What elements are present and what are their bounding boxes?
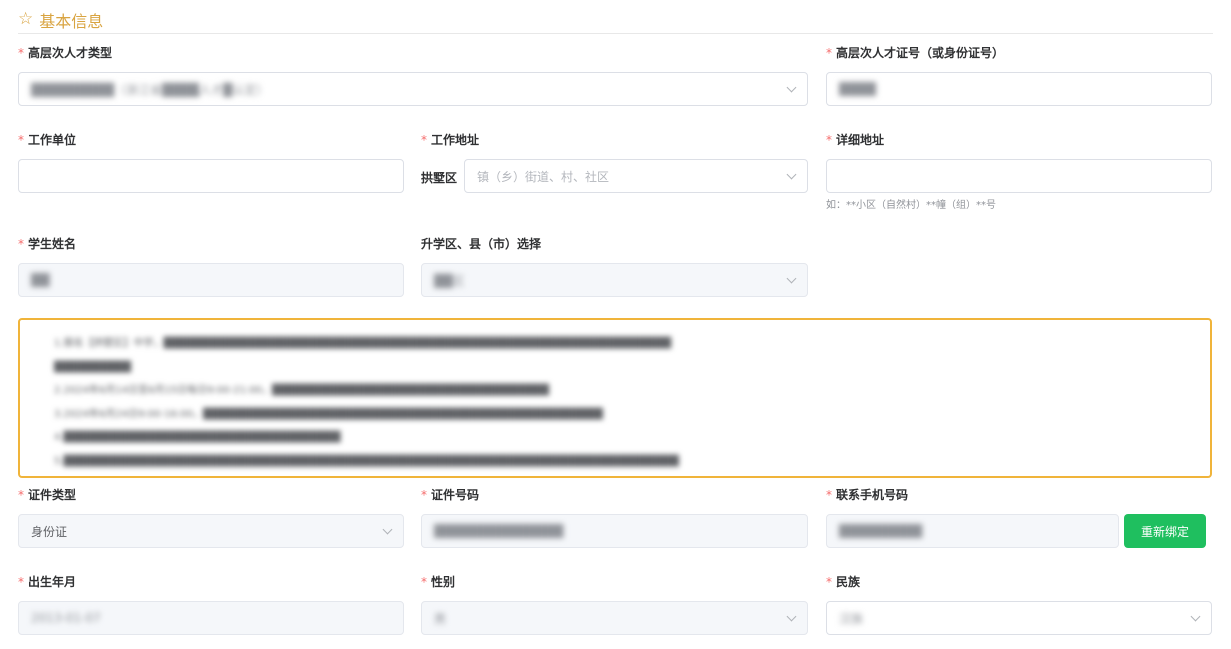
talent-type-select[interactable]: █████████（浙江省████人才█认定） — [18, 72, 808, 106]
id-number-label: * 证件号码 — [421, 488, 480, 502]
chevron-down-icon — [786, 273, 797, 283]
district-prefix: 拱墅区 — [421, 171, 458, 185]
notice-line: ██████████ — [54, 361, 131, 373]
notice-line: 5.██████████████████████████████████████… — [54, 455, 679, 467]
star-icon: ☆ — [18, 9, 34, 29]
birth-date-picker[interactable]: 2013-01-07 — [18, 601, 404, 635]
chevron-down-icon — [786, 169, 797, 179]
section-header: ☆ 基本信息 — [18, 6, 1213, 34]
school-district-label: 升学区、县（市）选择 — [421, 237, 542, 251]
section-title: 基本信息 — [39, 11, 104, 31]
talent-cert-label: * 高层次人才证号（或身份证号） — [826, 46, 1005, 60]
talent-type-label: * 高层次人才类型 — [18, 46, 113, 60]
phone-input[interactable]: █████████ — [826, 514, 1119, 548]
notice-line: 2.2024年6月14日至6月15日每日9:00-21:00，█████████… — [54, 385, 549, 396]
work-unit-input[interactable] — [18, 159, 404, 193]
notice-line: 3.2024年6月24日9:00-16:00，█████████████████… — [54, 408, 603, 420]
birth-date-label: * 出生年月 — [18, 575, 77, 589]
phone-label: * 联系手机号码 — [826, 488, 909, 502]
id-type-label: * 证件类型 — [18, 488, 77, 502]
rebind-button[interactable]: 重新绑定 — [1124, 514, 1206, 548]
talent-cert-input[interactable]: ████ — [826, 72, 1212, 106]
work-address-label: * 工作地址 — [421, 133, 480, 147]
gender-label: * 性别 — [421, 575, 456, 589]
chevron-down-icon — [786, 82, 797, 92]
detail-address-hint: 如：**小区（自然村）**幢（组）**号 — [826, 200, 996, 211]
work-unit-label: * 工作单位 — [18, 133, 77, 147]
id-type-select[interactable]: 身份证 — [18, 514, 404, 548]
school-district-select[interactable]: ██区 — [421, 263, 808, 297]
detail-address-input[interactable] — [826, 159, 1212, 193]
notice-line: 1.报名【拱墅区】中学，████████████████████████████… — [54, 338, 672, 349]
ethnicity-label: * 民族 — [826, 575, 861, 589]
chevron-down-icon — [382, 524, 393, 534]
notice-line: 4.████████████████████████████████████ — [54, 432, 341, 443]
gender-select[interactable]: 男 — [421, 601, 808, 635]
detail-address-label: * 详细地址 — [826, 133, 885, 147]
chevron-down-icon — [1190, 611, 1201, 621]
notice-box: 1.报名【拱墅区】中学，████████████████████████████… — [18, 318, 1212, 478]
student-name-label: * 学生姓名 — [18, 237, 77, 251]
chevron-down-icon — [786, 611, 797, 621]
id-number-input[interactable]: ██████████████ — [421, 514, 808, 548]
ethnicity-select[interactable]: 汉族 — [826, 601, 1212, 635]
street-select[interactable]: 镇（乡）街道、村、社区 — [464, 159, 808, 193]
student-name-input[interactable]: ██ — [18, 263, 404, 297]
